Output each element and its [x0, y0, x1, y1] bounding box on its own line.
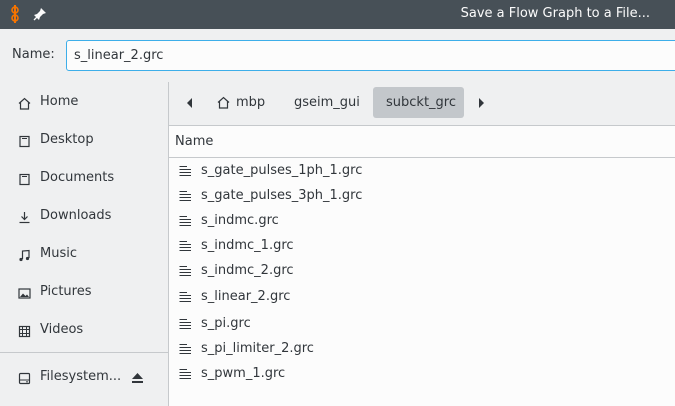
place-videos[interactable]: Videos: [0, 315, 168, 347]
downloads-icon: [19, 212, 30, 224]
file-row[interactable]: s_gate_pulses_3ph_1.grc: [169, 184, 675, 209]
text-file-icon: [179, 319, 191, 329]
place-label: Music: [40, 246, 77, 261]
file-name: s_pi_limiter_2.grc: [201, 341, 314, 356]
breadcrumb-label: subckt_grc: [386, 95, 456, 110]
file-row[interactable]: s_gate_pulses_1ph_1.grc: [169, 159, 675, 184]
path-scroll-left-icon[interactable]: [183, 95, 197, 111]
place-label: Filesystem...: [40, 369, 122, 384]
place-documents[interactable]: Documents: [0, 163, 168, 195]
name-row: Name:: [0, 29, 675, 82]
place-label: Downloads: [40, 208, 112, 223]
title-bar: Save a Flow Graph to a File...: [0, 0, 675, 29]
file-name: s_pi.grc: [201, 316, 251, 331]
breadcrumb-gseim-gui[interactable]: gseim_gui: [283, 87, 363, 118]
breadcrumb-label: mbp: [236, 95, 266, 110]
path-scroll-right-icon[interactable]: [474, 95, 488, 111]
home-icon: [18, 97, 31, 110]
text-file-icon: [179, 344, 191, 354]
file-row[interactable]: s_indmc_1.grc: [169, 234, 675, 259]
column-header-label: Name: [175, 134, 214, 149]
place-home[interactable]: Home: [0, 87, 168, 119]
place-label: Home: [40, 94, 79, 109]
text-file-icon: [179, 241, 191, 251]
filesystem-icon: [18, 372, 31, 385]
file-name: s_linear_2.grc: [201, 289, 291, 304]
file-row[interactable]: s_indmc.grc: [169, 209, 675, 234]
sidebar-divider: [0, 352, 168, 353]
file-row[interactable]: s_pi_limiter_2.grc: [169, 337, 675, 362]
text-file-icon: [179, 166, 191, 176]
place-downloads[interactable]: Downloads: [0, 201, 168, 233]
text-file-icon: [179, 369, 191, 379]
place-label: Pictures: [40, 284, 92, 299]
app-icon[interactable]: [7, 4, 23, 24]
breadcrumb-label: gseim_gui: [294, 95, 360, 110]
path-bar: mbp gseim_gui subckt_grc: [169, 82, 675, 126]
text-file-icon: [179, 216, 191, 226]
place-pictures[interactable]: Pictures: [0, 277, 168, 309]
pictures-icon: [18, 288, 31, 299]
file-row[interactable]: s_pi.grc: [169, 312, 675, 337]
text-file-icon: [179, 292, 191, 302]
column-header-name[interactable]: Name: [169, 126, 675, 158]
filename-input[interactable]: [66, 40, 675, 71]
file-list: Name s_gate_pulses_1ph_1.grc s_gate_puls…: [169, 126, 675, 406]
desktop-icon: [19, 135, 30, 148]
file-row[interactable]: s_indmc_2.grc: [169, 259, 675, 284]
music-icon: [19, 249, 30, 262]
file-row[interactable]: s_pwm_1.grc: [169, 362, 675, 387]
documents-icon: [19, 173, 30, 186]
place-label: Documents: [40, 170, 115, 185]
place-label: Desktop: [40, 132, 94, 147]
name-label: Name:: [12, 47, 55, 62]
place-label: Videos: [40, 322, 84, 337]
file-row[interactable]: s_linear_2.grc: [169, 285, 675, 310]
text-file-icon: [179, 191, 191, 201]
file-name: s_indmc.grc: [201, 213, 279, 228]
file-name: s_pwm_1.grc: [201, 366, 286, 381]
pin-icon[interactable]: [33, 7, 47, 21]
breadcrumb-subckt-grc[interactable]: subckt_grc: [373, 87, 464, 118]
place-desktop[interactable]: Desktop: [0, 125, 168, 157]
file-name: s_indmc_1.grc: [201, 238, 294, 253]
videos-icon: [18, 325, 31, 338]
file-name: s_gate_pulses_1ph_1.grc: [201, 163, 363, 178]
file-name: s_indmc_2.grc: [201, 263, 294, 278]
text-file-icon: [179, 266, 191, 276]
place-music[interactable]: Music: [0, 239, 168, 271]
window-title: Save a Flow Graph to a File...: [460, 6, 650, 21]
file-name: s_gate_pulses_3ph_1.grc: [201, 188, 363, 203]
device-filesystem[interactable]: Filesystem...: [0, 362, 168, 394]
eject-icon[interactable]: [131, 371, 144, 384]
places-sidebar: Home Desktop Documents Downloads Music P…: [0, 82, 169, 406]
breadcrumb-home[interactable]: mbp: [209, 87, 271, 118]
home-icon: [217, 96, 230, 109]
